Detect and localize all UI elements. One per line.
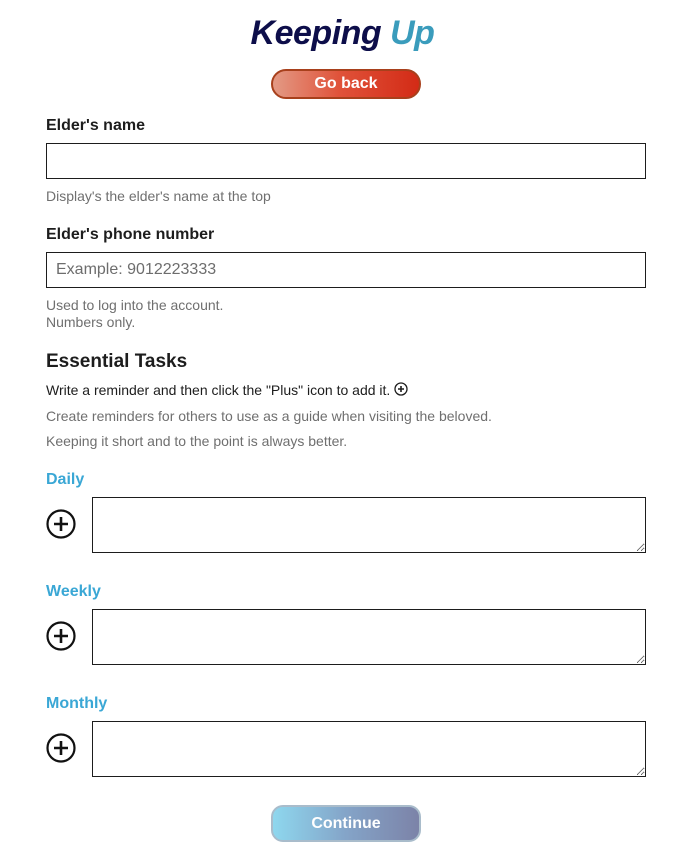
essential-tasks-title: Essential Tasks: [46, 351, 188, 372]
weekly-label: Weekly: [46, 583, 101, 600]
monthly-label: Monthly: [46, 695, 108, 712]
elder-phone-help-1: Used to log into the account.: [46, 297, 224, 313]
essential-tasks-help-2: Keeping it short and to the point is alw…: [46, 433, 348, 449]
elder-phone-help-2: Numbers only.: [46, 314, 136, 330]
logo-word-keeping: Keeping: [250, 14, 382, 52]
elder-phone-label: Elder's phone number: [46, 226, 215, 243]
elder-name-help: Display's the elder's name at the top: [46, 188, 271, 204]
monthly-task-textarea[interactable]: [92, 721, 646, 777]
weekly-task-textarea[interactable]: [92, 609, 646, 665]
essential-tasks-help-1: Create reminders for others to use as a …: [46, 408, 492, 424]
plus-circle-icon: [394, 382, 408, 399]
daily-label: Daily: [46, 471, 85, 488]
continue-button[interactable]: Continue: [271, 805, 421, 842]
elder-name-label: Elder's name: [46, 117, 145, 134]
go-back-button[interactable]: Go back: [271, 69, 421, 99]
essential-tasks-instruction: Write a reminder and then click the "Plu…: [46, 382, 408, 399]
add-weekly-plus-icon[interactable]: [46, 621, 76, 651]
logo-word-up: Up: [390, 14, 435, 52]
instruction-text: Write a reminder and then click the "Plu…: [46, 382, 391, 398]
elder-name-input[interactable]: [46, 143, 646, 179]
add-daily-plus-icon[interactable]: [46, 509, 76, 539]
elder-phone-input[interactable]: [46, 252, 646, 288]
add-monthly-plus-icon[interactable]: [46, 733, 76, 763]
app-logo: Keeping Up: [0, 14, 685, 53]
daily-task-textarea[interactable]: [92, 497, 646, 553]
